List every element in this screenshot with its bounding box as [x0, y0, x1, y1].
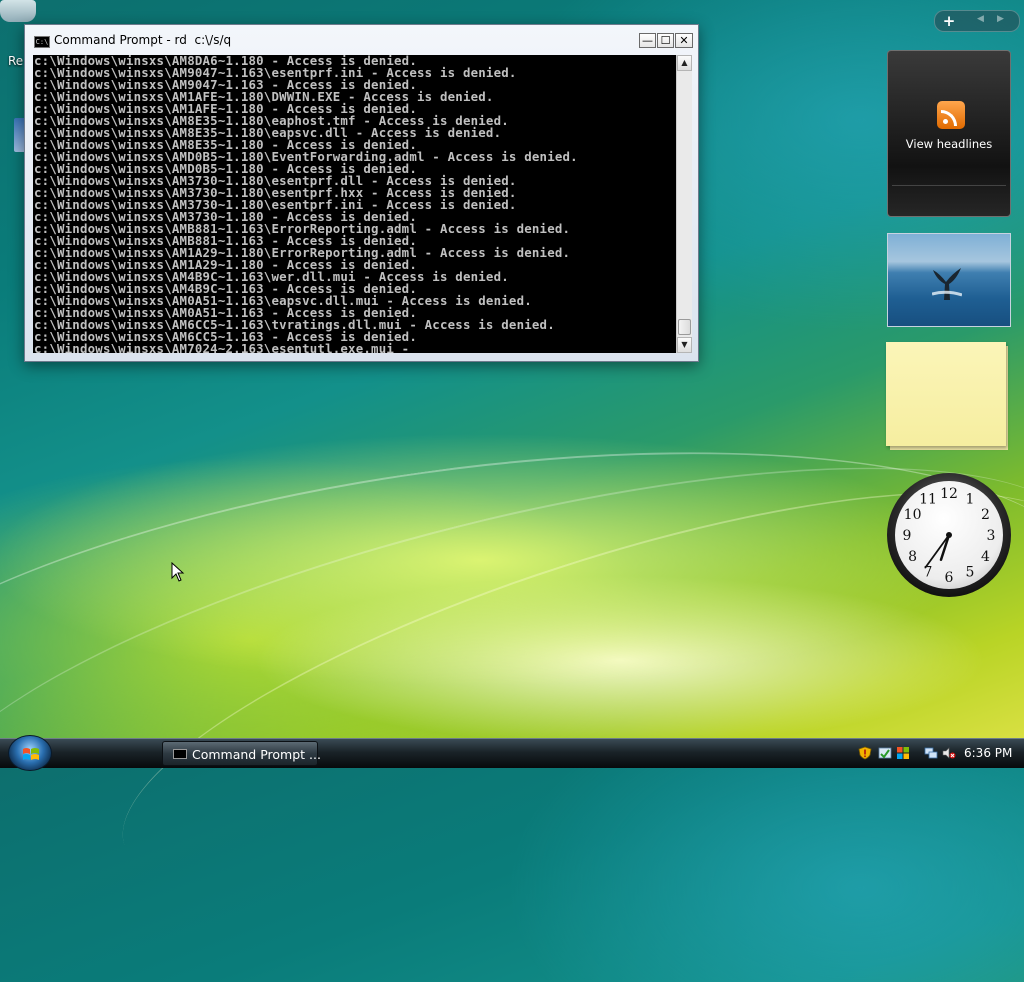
taskbar-button-label: Command Prompt ...: [192, 747, 321, 762]
clock-numeral: 8: [908, 549, 917, 565]
slideshow-gadget[interactable]: [887, 233, 1011, 327]
next-page-icon[interactable]: ▶: [997, 14, 1004, 24]
maximize-button[interactable]: ☐: [657, 33, 674, 48]
clock-numeral: 3: [987, 528, 996, 544]
clock-numeral: 12: [940, 486, 958, 502]
view-headlines-link[interactable]: View headlines: [888, 137, 1010, 151]
scroll-up-arrow-icon[interactable]: ▲: [677, 55, 692, 71]
rss-feed-icon: [937, 101, 965, 129]
window-titlebar[interactable]: C:\ Command Prompt - rd c:\/s/q — ☐ ✕: [25, 25, 698, 55]
console-icon[interactable]: C:\: [34, 36, 50, 48]
notification-area: 6:36 PM: [852, 741, 1024, 767]
console-icon: [173, 749, 187, 759]
scroll-down-arrow-icon[interactable]: ▼: [677, 337, 692, 353]
window-title: Command Prompt - rd c:\/s/q: [54, 33, 232, 47]
taskbar: Command Prompt ... 6:36 PM: [0, 735, 1024, 771]
note-page[interactable]: [886, 342, 1006, 446]
clock-numeral: 5: [966, 564, 975, 580]
command-prompt-window[interactable]: C:\ Command Prompt - rd c:\/s/q — ☐ ✕ c:…: [24, 24, 699, 362]
console-lines: c:\Windows\winsxs\AM8DA6~1.180 - Access …: [33, 55, 676, 353]
console-line: c:\Windows\winsxs\AM7024~2.163\esentutl.…: [34, 341, 410, 353]
security-shield-icon[interactable]: [858, 746, 872, 760]
windows-logo-icon: [23, 748, 39, 760]
feed-headlines-gadget[interactable]: View headlines: [887, 50, 1011, 217]
network-icon[interactable]: [924, 746, 938, 760]
console-output[interactable]: c:\Windows\winsxs\AM8DA6~1.180 - Access …: [33, 55, 676, 353]
clock-numeral: 1: [966, 492, 975, 508]
system-clock[interactable]: 6:36 PM: [964, 746, 1012, 760]
notes-gadget[interactable]: [886, 342, 1010, 452]
clock-face-icon: 12 1234567891011: [887, 473, 1011, 597]
start-button[interactable]: [8, 735, 52, 771]
volume-muted-icon[interactable]: [942, 746, 956, 760]
recycle-bin-icon[interactable]: [0, 0, 36, 22]
scrollbar-thumb[interactable]: [678, 319, 691, 335]
windows-defender-icon[interactable]: [878, 746, 892, 760]
add-gadget-button[interactable]: +: [941, 12, 957, 30]
close-button[interactable]: ✕: [675, 33, 693, 48]
taskbar-button-command-prompt[interactable]: Command Prompt ...: [162, 741, 321, 766]
windows-update-icon[interactable]: [896, 746, 910, 760]
clock-numeral: 2: [981, 507, 990, 523]
previous-page-icon[interactable]: ◀: [977, 14, 984, 24]
mouse-pointer-icon: [171, 562, 185, 582]
vertical-scrollbar[interactable]: ▲ ▼: [676, 55, 692, 353]
minimize-button[interactable]: —: [639, 33, 656, 48]
clock-gadget[interactable]: 12 1 2 3 4 5 6 7 8 9 10 11: [886, 472, 1012, 598]
recycle-bin-label: Re: [8, 54, 24, 68]
clock-numeral: 10: [904, 507, 922, 523]
clock-numeral: 6: [945, 570, 954, 586]
feeds-footer: [892, 185, 1006, 212]
sidebar-controls: + ◀ ▶: [934, 10, 1020, 32]
clock-numeral: 4: [981, 549, 990, 565]
clock-numeral: 11: [919, 492, 937, 508]
whale-tail-image: [932, 268, 962, 300]
clock-numeral: 9: [903, 528, 912, 544]
